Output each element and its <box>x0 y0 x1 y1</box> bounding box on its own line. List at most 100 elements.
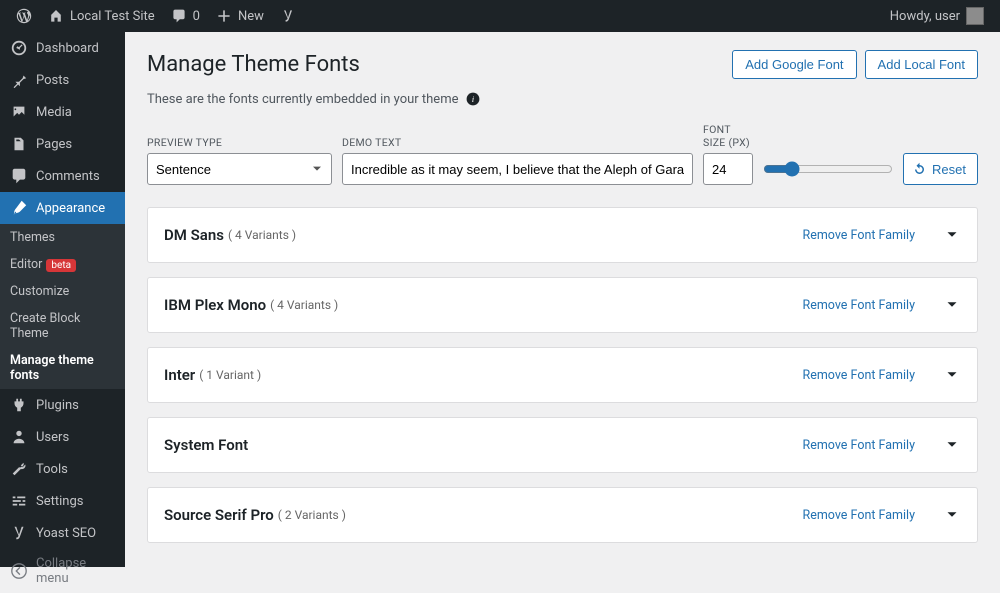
user-icon <box>10 428 28 446</box>
submenu-create-block-theme[interactable]: Create Block Theme <box>0 305 125 347</box>
add-google-font-button[interactable]: Add Google Font <box>732 50 856 79</box>
font-name: Inter <box>164 366 195 384</box>
sidebar-collapse[interactable]: Collapse menu <box>0 549 125 593</box>
remove-font-link[interactable]: Remove Font Family <box>803 438 916 453</box>
sidebar-item-label: Users <box>36 430 69 445</box>
font-size-input[interactable] <box>703 153 753 185</box>
brush-icon <box>10 199 28 217</box>
preview-type-label: PREVIEW TYPE <box>147 136 332 149</box>
submenu-editor[interactable]: Editorbeta <box>0 251 125 278</box>
font-size-label: FONT SIZE (PX) <box>703 123 753 149</box>
font-size-slider-control <box>763 136 893 185</box>
font-variants: ( 2 Variants ) <box>278 508 346 522</box>
sidebar-item-comments[interactable]: Comments <box>0 160 125 192</box>
wp-logo[interactable] <box>8 0 40 32</box>
expand-toggle[interactable] <box>943 436 961 454</box>
pages-icon <box>10 135 28 153</box>
reset-button[interactable]: Reset <box>903 153 978 185</box>
demo-text-label: DEMO TEXT <box>342 136 693 149</box>
collapse-icon <box>10 562 28 580</box>
font-list: DM Sans ( 4 Variants ) Remove Font Famil… <box>147 207 978 543</box>
site-name: Local Test Site <box>70 9 155 24</box>
font-card: Inter ( 1 Variant ) Remove Font Family <box>147 347 978 403</box>
sidebar-item-yoast[interactable]: Yoast SEO <box>0 517 125 549</box>
refresh-icon <box>912 162 927 177</box>
sidebar-item-tools[interactable]: Tools <box>0 453 125 485</box>
sidebar-item-posts[interactable]: Posts <box>0 64 125 96</box>
comment-icon <box>171 8 187 24</box>
sidebar-item-label: Posts <box>36 73 69 88</box>
preview-type-control: PREVIEW TYPE Sentence <box>147 136 332 185</box>
comments-link[interactable]: 0 <box>163 0 208 32</box>
page-title: Manage Theme Fonts <box>147 52 724 77</box>
sidebar-item-dashboard[interactable]: Dashboard <box>0 32 125 64</box>
submenu-themes[interactable]: Themes <box>0 224 125 251</box>
sidebar-item-label: Dashboard <box>36 41 99 56</box>
plus-icon <box>216 8 232 24</box>
sidebar-item-pages[interactable]: Pages <box>0 128 125 160</box>
admin-sidebar: Dashboard Posts Media Pages Comments App… <box>0 32 125 567</box>
site-name-link[interactable]: Local Test Site <box>40 0 163 32</box>
sidebar-item-label: Yoast SEO <box>36 526 96 541</box>
expand-toggle[interactable] <box>943 366 961 384</box>
preview-type-select[interactable]: Sentence <box>147 153 332 185</box>
font-variants: ( 4 Variants ) <box>270 298 338 312</box>
sidebar-item-label: Media <box>36 105 72 120</box>
reset-control: Reset <box>903 136 978 185</box>
font-name: IBM Plex Mono <box>164 296 266 314</box>
font-variants: ( 4 Variants ) <box>228 228 296 242</box>
font-card: System Font Remove Font Family <box>147 417 978 473</box>
comment-icon <box>10 167 28 185</box>
appearance-submenu: Themes Editorbeta Customize Create Block… <box>0 224 125 389</box>
page-header: Manage Theme Fonts Add Google Font Add L… <box>147 50 978 79</box>
sliders-icon <box>10 492 28 510</box>
wrench-icon <box>10 460 28 478</box>
chevron-down-icon <box>943 436 961 454</box>
submenu-manage-theme-fonts[interactable]: Manage theme fonts <box>0 347 125 389</box>
remove-font-link[interactable]: Remove Font Family <box>803 368 916 383</box>
media-icon <box>10 103 28 121</box>
sidebar-item-settings[interactable]: Settings <box>0 485 125 517</box>
demo-text-control: DEMO TEXT <box>342 136 693 185</box>
beta-badge: beta <box>46 259 76 272</box>
chevron-down-icon <box>943 506 961 524</box>
sidebar-item-label: Appearance <box>36 201 105 216</box>
expand-toggle[interactable] <box>943 226 961 244</box>
sidebar-item-users[interactable]: Users <box>0 421 125 453</box>
font-variants: ( 1 Variant ) <box>199 368 261 382</box>
font-size-control: FONT SIZE (PX) <box>703 123 753 185</box>
dashboard-icon <box>10 39 28 57</box>
sidebar-item-label: Comments <box>36 169 100 184</box>
add-local-font-button[interactable]: Add Local Font <box>865 50 978 79</box>
chevron-down-icon <box>943 366 961 384</box>
content-area: Manage Theme Fonts Add Google Font Add L… <box>125 32 1000 567</box>
remove-font-link[interactable]: Remove Font Family <box>803 228 916 243</box>
avatar <box>966 7 984 25</box>
yoast-icon <box>280 8 296 24</box>
sidebar-item-media[interactable]: Media <box>0 96 125 128</box>
expand-toggle[interactable] <box>943 506 961 524</box>
font-name: DM Sans <box>164 226 224 244</box>
home-icon <box>48 8 64 24</box>
sidebar-item-label: Settings <box>36 494 83 509</box>
remove-font-link[interactable]: Remove Font Family <box>803 508 916 523</box>
plug-icon <box>10 396 28 414</box>
new-link[interactable]: New <box>208 0 272 32</box>
chevron-down-icon <box>943 226 961 244</box>
yoast-adminbar[interactable] <box>272 0 304 32</box>
sidebar-item-plugins[interactable]: Plugins <box>0 389 125 421</box>
page-description: These are the fonts currently embedded i… <box>147 91 978 107</box>
preview-controls: PREVIEW TYPE Sentence DEMO TEXT FONT SIZ… <box>147 123 978 185</box>
font-size-slider[interactable] <box>763 161 893 177</box>
chevron-down-icon <box>943 296 961 314</box>
account-link[interactable]: Howdy, user <box>882 0 992 32</box>
expand-toggle[interactable] <box>943 296 961 314</box>
font-name: System Font <box>164 436 248 454</box>
sidebar-item-label: Collapse menu <box>36 556 115 586</box>
greeting: Howdy, user <box>890 9 960 24</box>
submenu-customize[interactable]: Customize <box>0 278 125 305</box>
sidebar-item-appearance[interactable]: Appearance <box>0 192 125 224</box>
info-icon[interactable]: i <box>465 91 481 107</box>
demo-text-input[interactable] <box>342 153 693 185</box>
remove-font-link[interactable]: Remove Font Family <box>803 298 916 313</box>
